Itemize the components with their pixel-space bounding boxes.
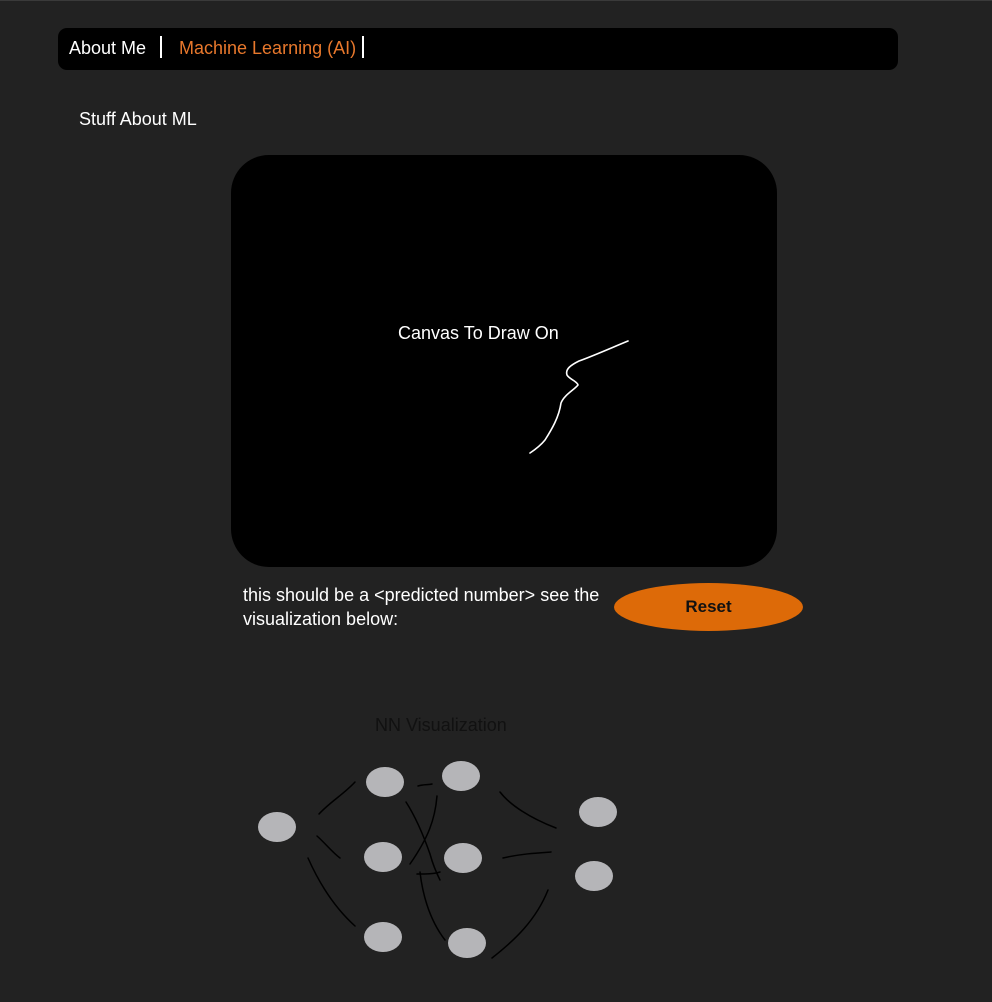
nn-connection xyxy=(419,871,446,941)
nn-connection xyxy=(491,889,549,959)
nn-visualization xyxy=(258,761,617,959)
nn-connection xyxy=(502,851,552,859)
nav-link-machine-learning[interactable]: Machine Learning (AI) xyxy=(179,37,356,59)
nav-link-about-me[interactable]: About Me xyxy=(69,37,146,59)
window-top-border xyxy=(0,0,992,1)
nn-connection xyxy=(307,857,356,927)
nn-node xyxy=(258,812,296,842)
nn-node xyxy=(364,922,402,952)
nn-visualization-title: NN Visualization xyxy=(375,715,507,735)
nn-connection xyxy=(409,795,438,865)
drawing-canvas[interactable]: Canvas To Draw On xyxy=(231,155,777,567)
nav-separator xyxy=(160,36,162,58)
nn-node xyxy=(442,761,480,791)
reset-button[interactable]: Reset xyxy=(614,583,803,631)
nn-node xyxy=(579,797,617,827)
top-navbar: About Me Machine Learning (AI) xyxy=(58,28,898,70)
nn-node xyxy=(366,767,404,797)
nn-node xyxy=(364,842,402,872)
nn-node xyxy=(444,843,482,873)
nn-node xyxy=(448,928,486,958)
prediction-text: this should be a <predicted number> see … xyxy=(243,585,600,629)
drawn-stroke xyxy=(529,340,629,454)
nn-connection xyxy=(499,791,557,829)
nn-connection xyxy=(318,781,356,815)
nav-separator xyxy=(362,36,364,58)
section-title: Stuff About ML xyxy=(79,109,197,129)
nn-connection xyxy=(417,783,433,787)
nn-connection xyxy=(316,835,341,859)
nn-node xyxy=(575,861,613,891)
nn-connections xyxy=(307,781,557,959)
